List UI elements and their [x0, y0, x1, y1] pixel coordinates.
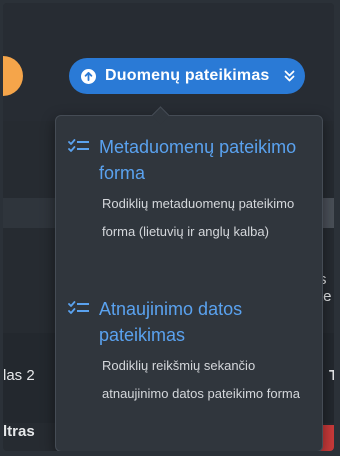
checklist-icon: [68, 301, 90, 322]
data-submission-dropdown-button[interactable]: Duomenų pateikimas: [69, 58, 305, 94]
menu-item-title: Metaduomenų pateikimo forma: [99, 137, 297, 183]
row-label: las 2: [3, 367, 35, 384]
menu-item-description: Rodiklių metaduomenų pateikimo forma (li…: [102, 196, 295, 239]
menu-item-description: Rodiklių reikšmių sekančio atnaujinimo d…: [102, 358, 300, 401]
checklist-icon: [68, 139, 90, 160]
menu-item-update-date[interactable]: Atnaujinimo datos pateikimas Rodiklių re…: [68, 296, 312, 408]
dropdown-menu: Metaduomenų pateikimo forma Rodiklių met…: [55, 106, 323, 451]
row-label: ltras: [3, 423, 35, 440]
app-frame: Duomenų pateikimas las 2 ltras s te Ti: [3, 3, 334, 451]
dropdown-label: Duomenų pateikimas: [105, 67, 270, 84]
arrow-up-circle-icon: [81, 68, 96, 84]
menu-item-title: Atnaujinimo datos pateikimas: [99, 299, 243, 345]
menu-item-metadata-form[interactable]: Metaduomenų pateikimo forma Rodiklių met…: [68, 134, 312, 246]
chevrons-down-icon: [284, 70, 295, 82]
column-header-fragment: Ti: [329, 367, 334, 384]
